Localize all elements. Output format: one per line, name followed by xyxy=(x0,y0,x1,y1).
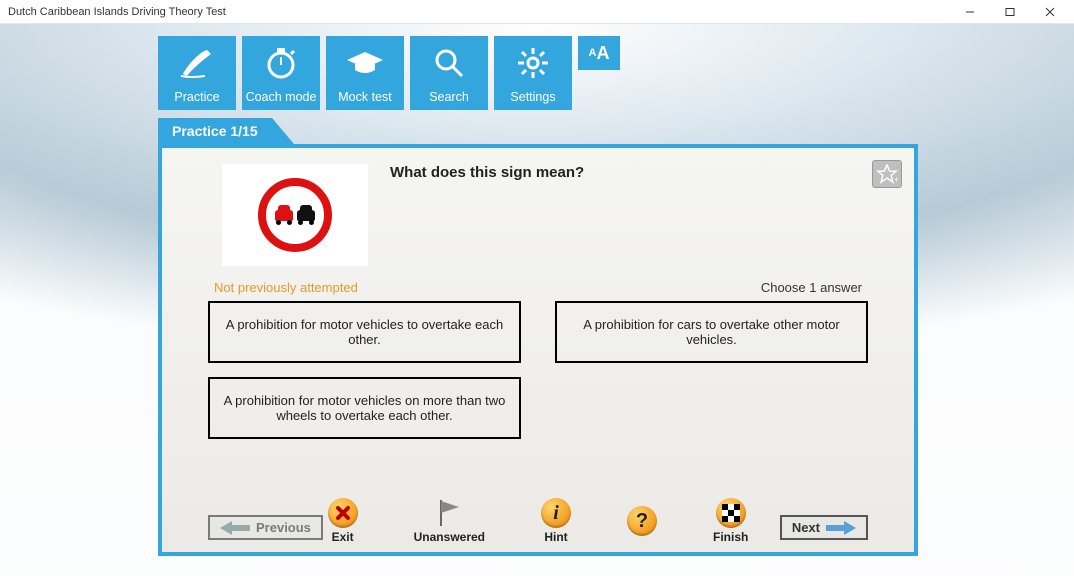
answer-option[interactable]: A prohibition for motor vehicles to over… xyxy=(208,301,521,363)
minimize-button[interactable] xyxy=(950,1,990,23)
arrow-right-icon xyxy=(826,521,856,535)
window-controls xyxy=(950,1,1070,23)
mock-test-button[interactable]: Mock test xyxy=(326,36,404,110)
answer-option[interactable]: A prohibition for motor vehicles on more… xyxy=(208,377,521,439)
answer-grid: A prohibition for motor vehicles to over… xyxy=(162,299,914,439)
question-row: What does this sign mean? xyxy=(162,148,914,272)
window-title: Dutch Caribbean Islands Driving Theory T… xyxy=(4,6,950,18)
pencil-icon xyxy=(177,36,217,90)
question-footer: Previous Exit Unanswered i Hint ? xyxy=(162,498,914,544)
exit-icon xyxy=(328,498,358,528)
exit-button[interactable]: Exit xyxy=(328,498,358,544)
close-button[interactable] xyxy=(1030,1,1070,23)
choose-instruction: Choose 1 answer xyxy=(761,280,862,295)
arrow-left-icon xyxy=(220,521,250,535)
previous-button[interactable]: Previous xyxy=(208,515,323,540)
text-size-button[interactable]: AA xyxy=(578,36,620,70)
window-titlebar: Dutch Caribbean Islands Driving Theory T… xyxy=(0,0,1074,24)
question-panel: + What does this sign mean? Not previous… xyxy=(158,144,918,556)
coach-mode-button[interactable]: Coach mode xyxy=(242,36,320,110)
finish-label: Finish xyxy=(713,530,748,544)
maximize-button[interactable] xyxy=(990,1,1030,23)
next-button[interactable]: Next xyxy=(780,515,868,540)
practice-label: Practice xyxy=(174,90,219,104)
unanswered-label: Unanswered xyxy=(414,530,485,544)
answer-option[interactable]: A prohibition for cars to overtake other… xyxy=(555,301,868,363)
finish-button[interactable]: ? xyxy=(627,506,657,536)
question-meta: Not previously attempted Choose 1 answer xyxy=(162,272,914,299)
coach-mode-label: Coach mode xyxy=(246,90,317,104)
main-toolbar: Practice Coach mode Mock test Search Set… xyxy=(158,36,620,110)
next-label: Next xyxy=(792,520,820,535)
exit-label: Exit xyxy=(332,530,354,544)
settings-button[interactable]: Settings xyxy=(494,36,572,110)
practice-button[interactable]: Practice xyxy=(158,36,236,110)
practice-tab-label: Practice 1/15 xyxy=(158,118,272,144)
sign-image xyxy=(222,164,368,266)
no-overtaking-sign-icon xyxy=(258,178,332,252)
stopwatch-icon xyxy=(263,36,299,90)
settings-label: Settings xyxy=(510,90,555,104)
search-button[interactable]: Search xyxy=(410,36,488,110)
flag-icon xyxy=(434,498,464,528)
section-tab: Practice 1/15 xyxy=(158,118,294,144)
finish-flag-button[interactable]: Finish xyxy=(713,498,748,544)
question-mark-icon: ? xyxy=(627,506,657,536)
mock-test-label: Mock test xyxy=(338,90,392,104)
hint-button[interactable]: i Hint xyxy=(541,498,571,544)
unanswered-button[interactable]: Unanswered xyxy=(414,498,485,544)
app-background: Practice Coach mode Mock test Search Set… xyxy=(0,24,1074,576)
hint-label: Hint xyxy=(544,530,567,544)
checkered-flag-icon xyxy=(716,498,746,528)
attempt-status: Not previously attempted xyxy=(214,280,358,295)
previous-label: Previous xyxy=(256,520,311,535)
gear-icon xyxy=(516,36,550,90)
search-icon xyxy=(432,36,466,90)
search-label: Search xyxy=(429,90,469,104)
info-icon: i xyxy=(541,498,571,528)
question-text: What does this sign mean? xyxy=(390,164,584,266)
graduation-cap-icon xyxy=(345,36,385,90)
tab-slant xyxy=(272,118,294,144)
